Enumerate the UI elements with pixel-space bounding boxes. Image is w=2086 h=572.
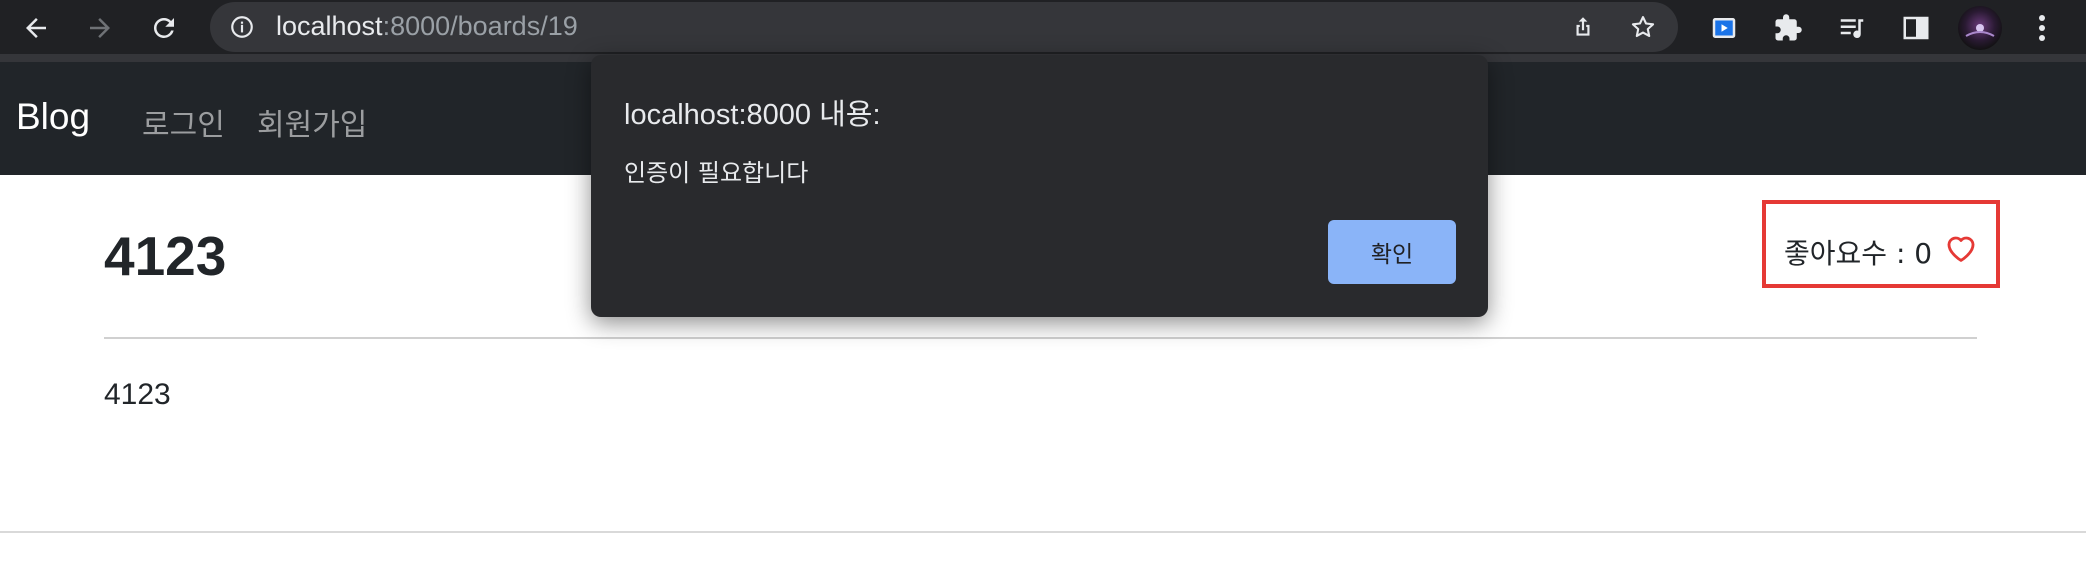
brand-link[interactable]: Blog: [16, 96, 90, 138]
reload-button[interactable]: [144, 8, 184, 48]
url-host: localhost: [276, 11, 383, 41]
dialog-message: 인증이 필요합니다: [624, 159, 809, 187]
forward-button[interactable]: [80, 8, 120, 48]
address-bar[interactable]: localhost:8000/boards/19: [210, 2, 1678, 52]
side-panel-icon[interactable]: [1900, 12, 1932, 44]
forward-arrow-icon: [90, 18, 110, 38]
media-extension-icon[interactable]: [1708, 12, 1740, 44]
alert-dialog: localhost:8000 내용: 인증이 필요합니다 확인: [591, 55, 1488, 317]
extensions-puzzle-icon[interactable]: [1772, 12, 1804, 44]
url-path: :8000/boards/19: [382, 11, 578, 41]
profile-avatar[interactable]: [1958, 6, 2002, 50]
dialog-ok-button[interactable]: 확인: [1328, 220, 1456, 284]
content-divider: [104, 337, 1977, 339]
site-info-icon[interactable]: [228, 13, 256, 41]
like-highlight-box: 좋아요수 : 0: [1762, 200, 2000, 288]
nav-login-link[interactable]: 로그인: [142, 100, 225, 144]
reload-icon: [153, 17, 174, 38]
media-control-icon[interactable]: [1836, 12, 1868, 44]
browser-toolbar: localhost:8000/boards/19: [0, 0, 2086, 54]
heart-icon[interactable]: [1944, 231, 1978, 267]
back-arrow-icon: [26, 18, 46, 38]
nav-signup-link[interactable]: 회원가입: [257, 100, 367, 144]
post-body: 4123: [104, 378, 171, 411]
kebab-menu-icon[interactable]: [2030, 12, 2054, 44]
like-count-label: 좋아요수 : 0: [1784, 237, 1933, 270]
share-icon[interactable]: [1568, 12, 1598, 42]
url-text: localhost:8000/boards/19: [276, 11, 578, 42]
footer-divider: [0, 531, 2086, 533]
back-button[interactable]: [16, 8, 56, 48]
dialog-title: localhost:8000 내용:: [624, 99, 881, 131]
post-title: 4123: [104, 225, 227, 287]
avatar-image-icon: [1965, 24, 1995, 37]
bookmark-star-icon[interactable]: [1628, 12, 1658, 42]
